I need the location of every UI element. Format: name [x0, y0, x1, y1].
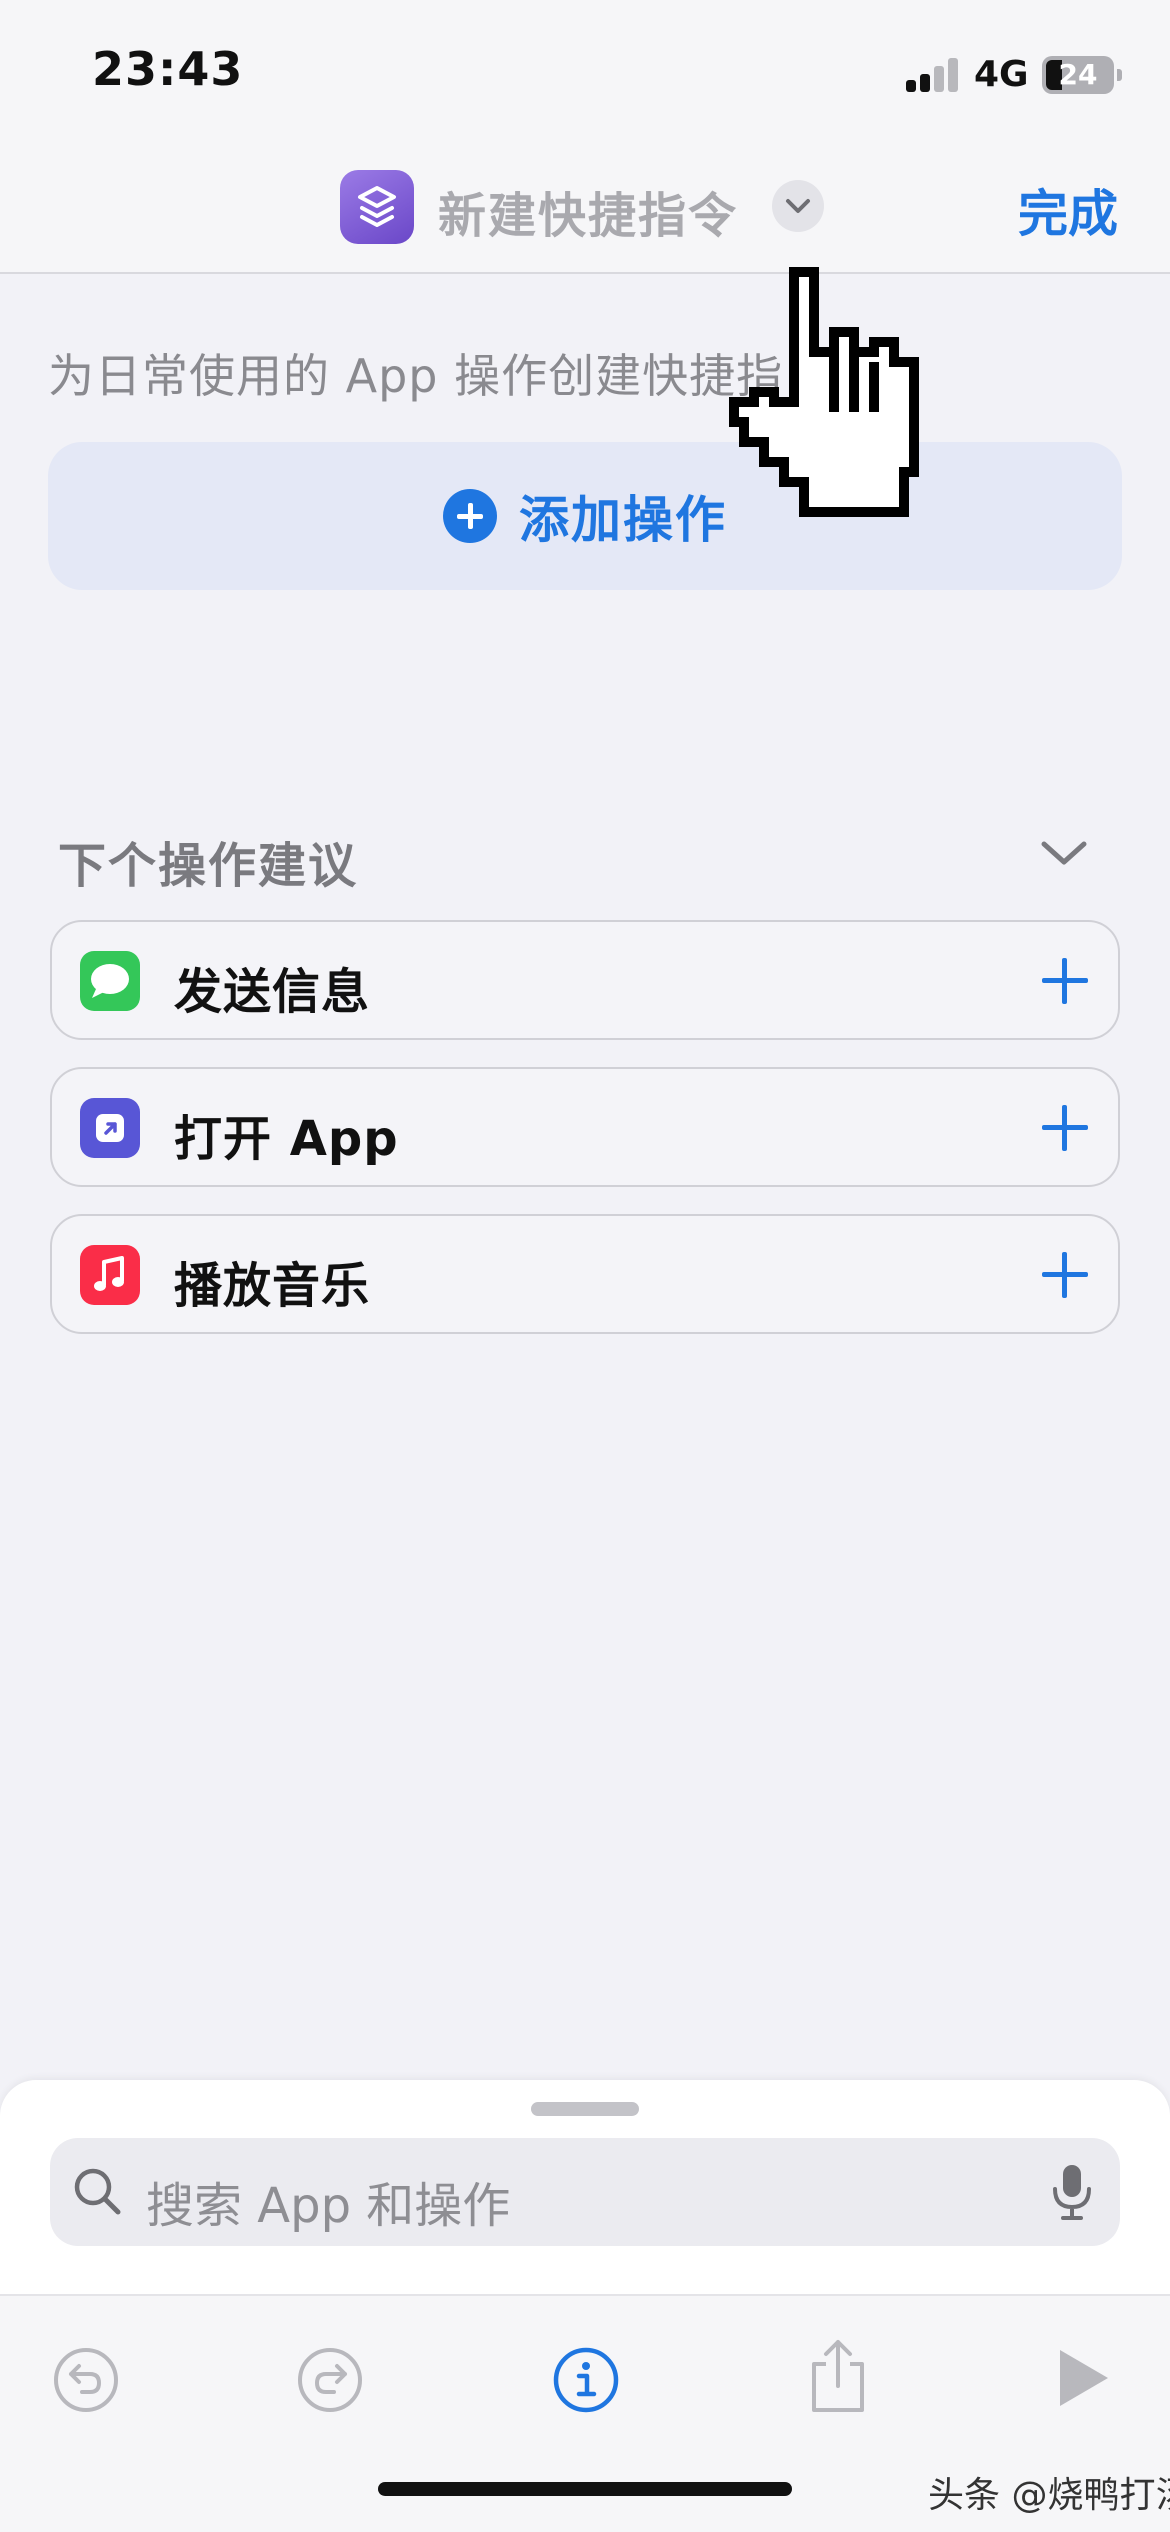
home-indicator[interactable]	[378, 2482, 792, 2496]
suggestion-row-send-message[interactable]: 发送信息	[50, 920, 1120, 1040]
plus-circle-icon	[443, 489, 497, 543]
add-action-label: 添加操作	[519, 491, 727, 549]
suggestions-title: 下个操作建议	[58, 838, 359, 894]
suggestion-label: 打开 App	[174, 1111, 399, 1167]
network-type: 4G	[974, 54, 1029, 95]
add-action-button[interactable]: 添加操作	[48, 442, 1122, 590]
watermark: 头条 @烧鸭打汤	[928, 2475, 1170, 2516]
info-icon[interactable]	[552, 2346, 620, 2414]
shortcuts-app-icon[interactable]	[340, 170, 414, 244]
collapse-chevron-icon[interactable]	[1040, 838, 1088, 868]
add-icon[interactable]	[1042, 1252, 1088, 1298]
hint-text: 为日常使用的 App 操作创建快捷指	[48, 349, 784, 403]
add-icon[interactable]	[1042, 958, 1088, 1004]
share-icon[interactable]	[806, 2336, 870, 2416]
redo-icon[interactable]	[296, 2346, 364, 2414]
open-app-icon	[80, 1098, 140, 1158]
suggestion-row-play-music[interactable]: 播放音乐	[50, 1214, 1120, 1334]
play-icon[interactable]	[1054, 2346, 1112, 2410]
search-icon	[74, 2168, 121, 2215]
add-icon[interactable]	[1042, 1105, 1088, 1151]
done-button[interactable]: 完成	[1018, 174, 1118, 246]
battery-icon: 24	[1042, 56, 1122, 94]
suggestion-label: 播放音乐	[174, 1258, 371, 1314]
suggestion-row-open-app[interactable]: 打开 App	[50, 1067, 1120, 1187]
hand-cursor-icon	[729, 267, 919, 517]
battery-level: 24	[1058, 58, 1098, 91]
sheet-grabber[interactable]	[531, 2102, 639, 2116]
suggestion-label: 发送信息	[174, 964, 371, 1020]
status-time: 23:43	[92, 42, 244, 96]
chevron-down-icon[interactable]	[772, 180, 824, 232]
music-icon	[80, 1245, 140, 1305]
actions-bottom-sheet: 搜索 App 和操作	[0, 2080, 1170, 2532]
navigation-bar: 新建快捷指令 完成	[0, 150, 1170, 274]
search-field[interactable]: 搜索 App 和操作	[50, 2138, 1120, 2246]
shortcut-editor-screen: 23:43 4G 24 新建快捷指令 完成 为日常使用的 App 操作创建快捷指	[0, 0, 1170, 2532]
search-placeholder: 搜索 App 和操作	[146, 2178, 511, 2234]
microphone-icon[interactable]	[1050, 2162, 1094, 2222]
undo-icon[interactable]	[52, 2346, 120, 2414]
messages-icon	[80, 951, 140, 1011]
shortcut-title[interactable]: 新建快捷指令	[438, 176, 738, 246]
status-bar: 23:43 4G 24	[0, 0, 1170, 150]
cellular-signal-icon	[906, 58, 962, 92]
